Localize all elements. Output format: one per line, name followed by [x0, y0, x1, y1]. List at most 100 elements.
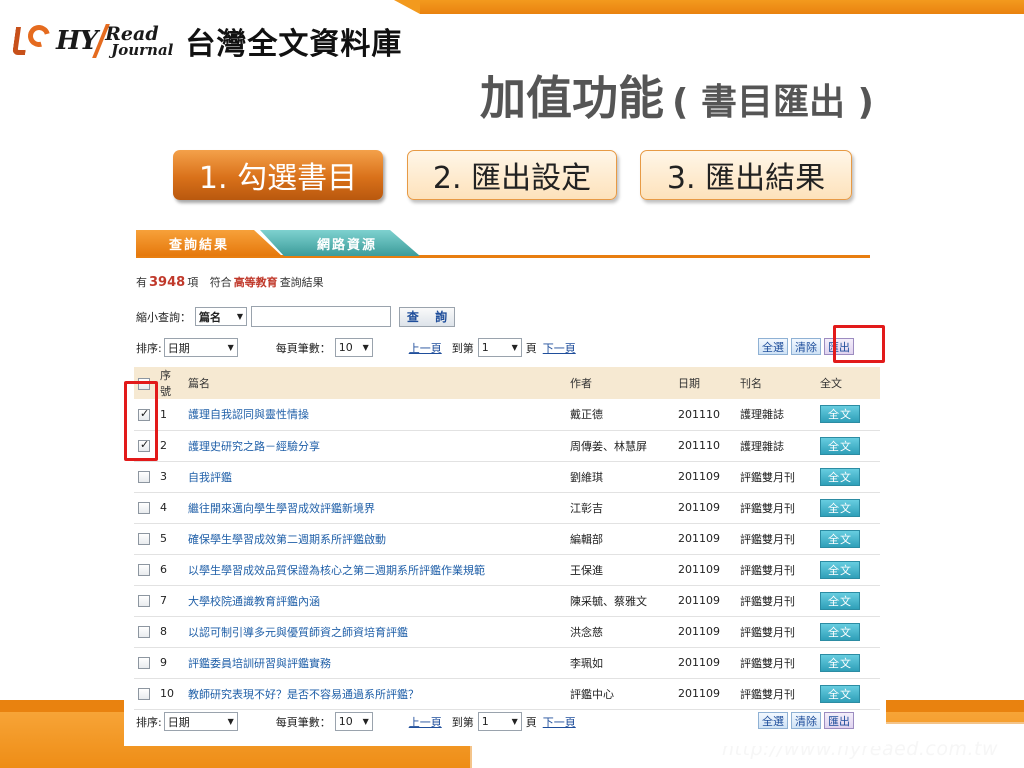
row-date: 201110 [674, 399, 736, 431]
page-unit: 頁 [525, 715, 537, 729]
summary-scope: 高等教育 [233, 276, 278, 289]
per-page-select[interactable]: 10 ▼ [334, 712, 373, 731]
row-title-link[interactable]: 大學校院通識教育評鑑內涵 [188, 595, 320, 608]
row-checkbox[interactable] [138, 471, 150, 483]
row-checkbox[interactable] [138, 533, 150, 545]
row-title-link[interactable]: 確保學生學習成效第二週期系所評鑑啟動 [188, 533, 386, 546]
row-title-cell: 教師研究表現不好？是否不容易通過系所評鑑？ [184, 678, 566, 710]
fulltext-button[interactable]: 全文 [820, 405, 860, 424]
header-author: 作者 [566, 367, 674, 399]
export-button[interactable]: 匯出 [824, 712, 854, 729]
fulltext-button[interactable]: 全文 [820, 622, 860, 641]
row-title-cell: 以認可制引導多元與優質師資之師資培育評鑑 [184, 616, 566, 648]
fulltext-button[interactable]: 全文 [820, 653, 860, 672]
row-title-link[interactable]: 教師研究表現不好？是否不容易通過系所評鑑？ [188, 688, 419, 701]
row-date: 201109 [674, 461, 736, 493]
table-row: 1 護理自我認同與靈性情操 戴正德201110護理雜誌全文 [134, 399, 880, 431]
row-date: 201109 [674, 554, 736, 586]
next-page-link[interactable]: 下一頁 [543, 340, 576, 356]
page-select[interactable]: 1 ▼ [477, 338, 522, 357]
row-no: 8 [156, 616, 184, 648]
row-title-cell: 護理史研究之路－經驗分享 [184, 430, 566, 462]
row-journal: 評鑑雙月刊 [736, 492, 816, 524]
row-title-link[interactable]: 繼往開來邁向學生學習成效評鑑新境界 [188, 502, 375, 515]
per-page-label: 每頁筆數： [275, 341, 331, 355]
row-date: 201109 [674, 523, 736, 555]
prev-page-link[interactable]: 上一頁 [409, 714, 442, 730]
row-no: 10 [156, 678, 184, 710]
refine-label: 縮小查詢： [136, 310, 191, 324]
row-title-link[interactable]: 自我評鑑 [188, 471, 232, 484]
row-author: 江彰吉 [566, 492, 674, 524]
row-title-link[interactable]: 護理自我認同與靈性情操 [188, 408, 309, 421]
goto-label: 到第 [451, 715, 474, 729]
row-date: 201109 [674, 492, 736, 524]
row-title-link[interactable]: 以認可制引導多元與優質師資之師資培育評鑑 [188, 626, 408, 639]
row-no: 2 [156, 430, 184, 462]
pager-bottom: 排序: 日期 ▼ 每頁筆數： 10 ▼ 上一頁 到第 1 ▼ 頁 下一頁 [136, 712, 576, 731]
header-title: 篇名 [184, 367, 566, 399]
sort-select[interactable]: 日期 ▼ [163, 712, 238, 731]
table-row: 8 以認可制引導多元與優質師資之師資培育評鑑 洪念慈 201109 評鑑雙月刊 全文 [134, 616, 880, 648]
row-checkbox[interactable] [138, 502, 150, 514]
fulltext-button[interactable]: 全文 [820, 684, 860, 703]
step-indicator: 1. 勾選書目 2. 匯出設定 3. 匯出結果 [0, 150, 1024, 200]
per-page-value: 10 [338, 341, 353, 354]
query-button[interactable]: 查 詢 [399, 306, 455, 327]
row-fulltext-cell: 全文 [816, 492, 880, 524]
clear-button[interactable]: 清除 [791, 712, 821, 729]
fulltext-button[interactable]: 全文 [820, 436, 860, 455]
row-checkbox[interactable] [138, 657, 150, 669]
per-page-select[interactable]: 10 ▼ [334, 338, 373, 357]
chevron-down-icon: ▼ [227, 343, 234, 352]
row-no: 3 [156, 461, 184, 493]
tab-web-resources[interactable]: 網路資源 [260, 230, 420, 256]
row-fulltext-cell: 全文 [816, 678, 880, 710]
sort-label: 排序: [136, 715, 162, 729]
clear-button[interactable]: 清除 [791, 338, 821, 355]
pager-top: 排序: 日期 ▼ 每頁筆數： 10 ▼ 上一頁 到第 1 ▼ 頁 下一頁 [136, 338, 576, 357]
slide-title-main: 加值功能 [480, 71, 664, 125]
row-checkbox[interactable] [138, 626, 150, 638]
goto-label: 到第 [451, 341, 474, 355]
page-select[interactable]: 1 ▼ [477, 712, 522, 731]
row-select-cell [134, 554, 156, 586]
header-date: 日期 [674, 367, 736, 399]
table-row: 3 自我評鑑 劉維琪 201109 評鑑雙月刊 全文 [134, 461, 880, 493]
row-select-cell [134, 585, 156, 617]
table-header-row: 序號 篇名 作者 日期 刊名 全文 [134, 367, 880, 399]
row-checkbox[interactable] [138, 564, 150, 576]
refine-keyword-input[interactable] [251, 306, 391, 327]
fulltext-button[interactable]: 全文 [820, 529, 860, 548]
sort-value: 日期 [167, 715, 190, 729]
hyread-logo: HY Read Journal 台灣全文資料庫 [12, 18, 402, 64]
fulltext-button[interactable]: 全文 [820, 498, 860, 517]
prev-page-link[interactable]: 上一頁 [409, 340, 442, 356]
summary-prefix: 有 [136, 276, 147, 289]
row-checkbox[interactable] [138, 688, 150, 700]
row-journal: 評鑑雙月刊 [736, 647, 816, 679]
sort-select[interactable]: 日期 ▼ [163, 338, 238, 357]
row-title-link[interactable]: 護理史研究之路－經驗分享 [188, 440, 320, 453]
step-3-export-result: 3. 匯出結果 [640, 150, 852, 200]
row-journal: 評鑑雙月刊 [736, 616, 816, 648]
refine-field-select[interactable]: 篇名 ▼ [195, 307, 247, 326]
select-all-button[interactable]: 全選 [758, 712, 788, 729]
actions-bottom: 全選 清除 匯出 [758, 712, 857, 729]
row-author: 陳采毓、蔡雅文 [566, 585, 674, 617]
next-page-link[interactable]: 下一頁 [543, 714, 576, 730]
row-title-cell: 自我評鑑 [184, 461, 566, 493]
row-date: 201110 [674, 430, 736, 462]
row-title-link[interactable]: 以學生學習成效品質保證為核心之第二週期系所評鑑作業規範 [188, 564, 485, 577]
row-title-link[interactable]: 評鑑委員培訓研習與評鑑實務 [188, 657, 331, 670]
fulltext-button[interactable]: 全文 [820, 591, 860, 610]
row-title-cell: 以學生學習成效品質保證為核心之第二週期系所評鑑作業規範 [184, 554, 566, 586]
row-author: 王保進 [566, 554, 674, 586]
select-all-button[interactable]: 全選 [758, 338, 788, 355]
tab-search-results[interactable]: 查詢結果 [136, 230, 282, 256]
row-date: 201109 [674, 585, 736, 617]
fulltext-button[interactable]: 全文 [820, 467, 860, 486]
fulltext-button[interactable]: 全文 [820, 560, 860, 579]
export-highlight-box [833, 325, 885, 363]
row-checkbox[interactable] [138, 595, 150, 607]
